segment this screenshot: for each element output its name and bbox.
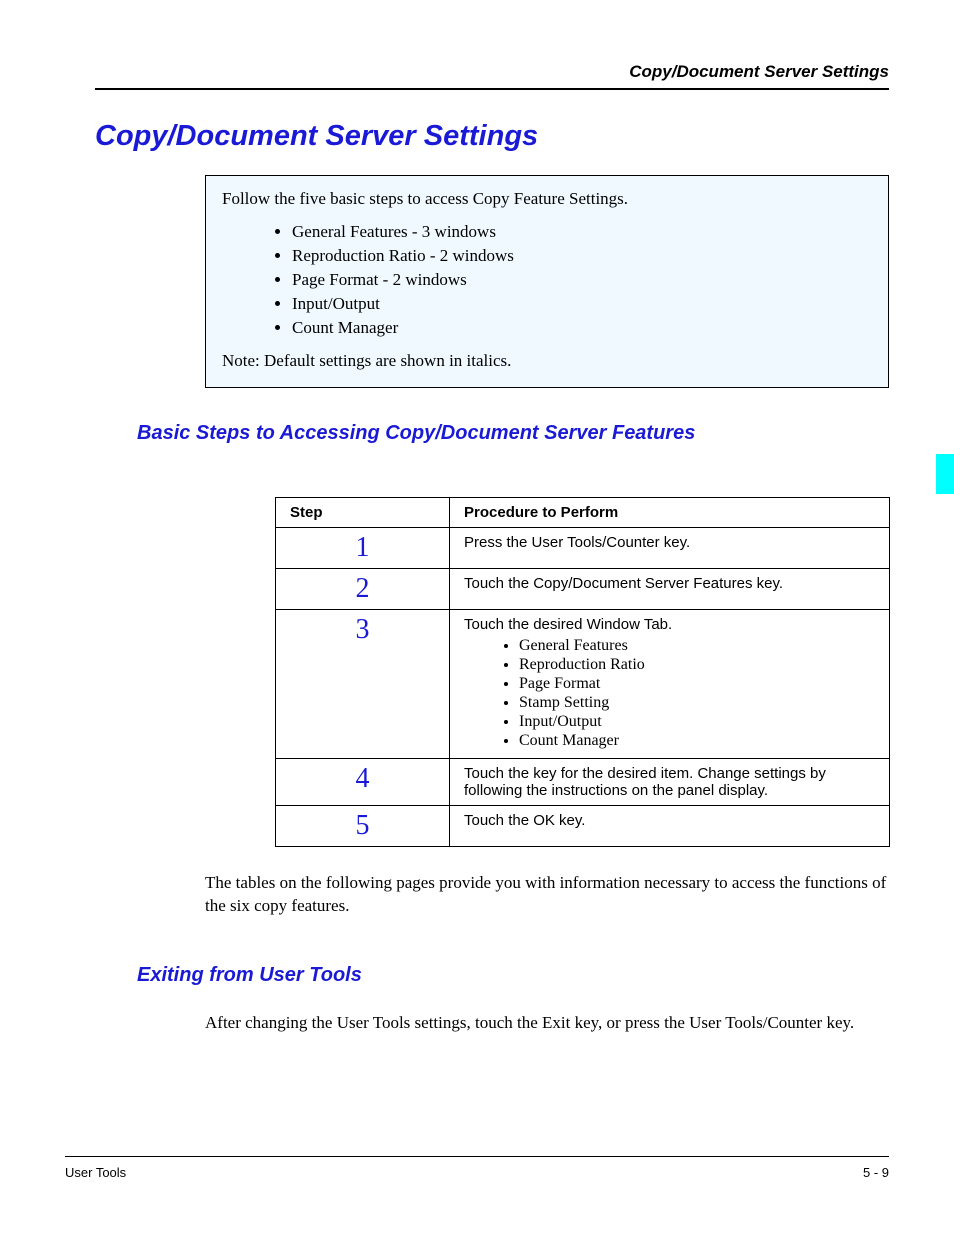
step-procedure: Press the User Tools/Counter key. [450,527,890,568]
step-text: Touch the desired Window Tab. [464,616,672,633]
step-number: 1 [290,534,435,562]
body-paragraph: After changing the User Tools settings, … [205,1011,889,1035]
footer-right: 5 - 9 [863,1165,889,1180]
footer-left: User Tools [65,1165,126,1180]
callout-item: Page Format - 2 windows [292,269,872,292]
step-procedure: Touch the key for the desired item. Chan… [450,758,890,805]
table-row: 2 Touch the Copy/Document Server Feature… [276,568,890,609]
callout-intro: Follow the five basic steps to access Co… [222,188,872,211]
step-sublist: General Features Reproduction Ratio Page… [519,637,875,750]
followup-paragraph: The tables on the following pages provid… [205,871,889,919]
sublist-item: Count Manager [519,732,875,750]
callout-item: Reproduction Ratio - 2 windows [292,245,872,268]
section-heading: Exiting from User Tools [137,964,889,987]
page-footer: User Tools 5 - 9 [65,1156,889,1180]
document-page: Copy/Document Server Settings Copy/Docum… [0,0,954,1235]
table-row: 3 Touch the desired Window Tab. General … [276,609,890,758]
step-number: 2 [290,575,435,603]
intro-callout: Follow the five basic steps to access Co… [205,175,889,388]
callout-note: Note: Default settings are shown in ital… [222,350,872,373]
callout-list: General Features - 3 windows Reproductio… [292,221,872,340]
sublist-item: Page Format [519,675,875,693]
step-procedure: Touch the OK key. [450,805,890,846]
section-heading: Basic Steps to Accessing Copy/Document S… [137,422,889,445]
running-header: Copy/Document Server Settings [95,62,889,90]
sublist-item: General Features [519,637,875,655]
sublist-item: Reproduction Ratio [519,656,875,674]
table-row: 1 Press the User Tools/Counter key. [276,527,890,568]
table-header-step: Step [276,497,450,527]
table-row: 5 Touch the OK key. [276,805,890,846]
sublist-item: Input/Output [519,713,875,731]
step-procedure: Touch the desired Window Tab. General Fe… [450,609,890,758]
sublist-item: Stamp Setting [519,694,875,712]
step-number: 4 [290,765,435,793]
table-header-procedure: Procedure to Perform [450,497,890,527]
callout-item: General Features - 3 windows [292,221,872,244]
table-row: 4 Touch the key for the desired item. Ch… [276,758,890,805]
step-number: 3 [290,616,435,644]
callout-item: Input/Output [292,293,872,316]
callout-item: Count Manager [292,317,872,340]
step-procedure: Touch the Copy/Document Server Features … [450,568,890,609]
side-tab-marker [936,454,954,494]
step-number: 5 [290,812,435,840]
steps-table: Step Procedure to Perform 1 Press the Us… [275,497,890,847]
page-title: Copy/Document Server Settings [95,120,889,153]
